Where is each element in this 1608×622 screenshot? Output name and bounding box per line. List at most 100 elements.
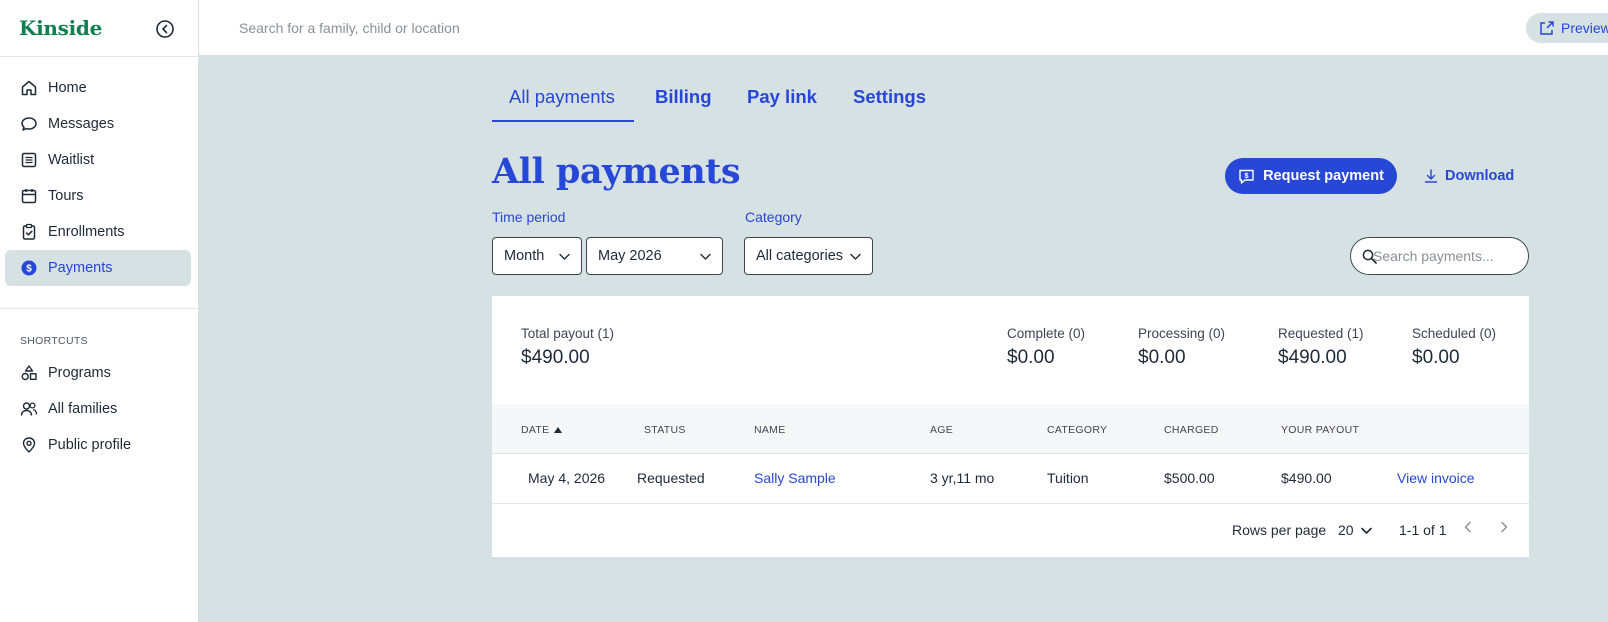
active-tab-indicator [492, 120, 634, 122]
sidebar-item-label: Public profile [48, 437, 132, 453]
location-pin-icon [22, 437, 36, 453]
download-button[interactable]: Download [1423, 164, 1514, 188]
previous-page-button[interactable] [1457, 516, 1479, 538]
sidebar-item-label: Enrollments [48, 224, 125, 240]
sidebar-item-label: Payments [48, 260, 113, 276]
dollar-message-icon: $ [1239, 169, 1254, 184]
column-header-charged: CHARGED [1164, 424, 1219, 436]
download-label: Download [1445, 168, 1515, 184]
summary-label: Total payout (1) [521, 326, 615, 341]
sidebar-item-tours[interactable]: Tours [5, 178, 191, 214]
summary-requested: Requested (1) $490.00 [1278, 326, 1364, 369]
summary-scheduled: Scheduled (0) $0.00 [1412, 326, 1496, 369]
summary-processing: Processing (0) $0.00 [1138, 326, 1225, 369]
table-row: May 4, 2026 Requested Sally Sample 3 yr,… [492, 454, 1529, 504]
summary-complete: Complete (0) $0.00 [1007, 326, 1085, 369]
payments-card: Total payout (1) $490.00 Complete (0) $0… [492, 296, 1529, 557]
column-header-age: AGE [930, 424, 954, 436]
tab-all-payments[interactable]: All payments [509, 86, 615, 108]
rows-per-page-value: 20 [1338, 522, 1354, 538]
rows-per-page-label: Rows per page [1232, 522, 1327, 538]
cell-name-link[interactable]: Sally Sample [754, 470, 836, 486]
search-icon [1362, 249, 1377, 264]
cell-date: May 4, 2026 [528, 470, 606, 486]
tab-settings[interactable]: Settings [853, 86, 926, 108]
tab-billing[interactable]: Billing [655, 86, 712, 108]
clipboard-check-icon [22, 223, 36, 240]
shortcuts-heading: SHORTCUTS [20, 335, 88, 347]
download-icon [1424, 169, 1438, 183]
category-select[interactable]: All categories [744, 237, 873, 275]
people-icon [20, 402, 38, 416]
sidebar-item-label: Home [48, 80, 87, 96]
sidebar-item-all-families[interactable]: All families [5, 391, 191, 427]
sidebar-divider [0, 56, 199, 57]
column-header-status: STATUS [644, 424, 686, 436]
summary-value: $0.00 [1412, 347, 1460, 368]
summary-value: $490.00 [521, 347, 590, 368]
preview-button[interactable]: Preview [1526, 13, 1608, 43]
sidebar-item-public-profile[interactable]: Public profile [5, 427, 191, 463]
sidebar-divider [0, 308, 199, 309]
time-period-label: Time period [492, 209, 566, 225]
svg-text:$: $ [26, 264, 32, 275]
calendar-icon [21, 189, 37, 204]
chat-icon [21, 117, 37, 131]
request-payment-label: Request payment [1263, 168, 1384, 184]
chevron-right-icon [1501, 521, 1508, 533]
column-header-date[interactable]: DATE [521, 424, 563, 436]
column-header-name: NAME [754, 424, 786, 436]
sidebar-item-home[interactable]: Home [5, 70, 191, 106]
period-unit-select[interactable]: Month [492, 237, 582, 275]
page-title: All payments [492, 151, 741, 192]
request-payment-button[interactable]: $ Request payment [1225, 158, 1397, 194]
summary-label: Requested (1) [1278, 326, 1364, 341]
shapes-icon [21, 365, 37, 381]
sidebar-item-label: All families [48, 401, 118, 417]
period-value-select[interactable]: May 2026 [586, 237, 723, 275]
chevron-down-icon [700, 253, 711, 260]
brand-logo[interactable]: Kinside [19, 16, 102, 40]
chevron-left-icon [1464, 521, 1471, 533]
sidebar-item-label: Messages [48, 116, 115, 132]
summary-value: $0.00 [1138, 347, 1186, 368]
summary-value: $490.00 [1278, 347, 1347, 368]
tab-pay-link[interactable]: Pay link [747, 86, 817, 108]
category-value: All categories [756, 248, 844, 264]
column-header-category: CATEGORY [1047, 424, 1108, 436]
cell-status: Requested [637, 470, 705, 486]
column-label: DATE [521, 424, 550, 436]
cell-category: Tuition [1047, 470, 1089, 486]
column-header-your-payout: YOUR PAYOUT [1281, 424, 1360, 436]
cell-age: 3 yr,11 mo [930, 470, 995, 486]
preview-label: Preview [1561, 20, 1608, 36]
summary-label: Scheduled (0) [1412, 326, 1497, 341]
sidebar-item-payments[interactable]: $ Payments [5, 250, 191, 286]
sidebar-item-label: Waitlist [48, 152, 95, 168]
table-header: DATE STATUS NAME AGE CATEGORY CHARGED YO… [492, 404, 1529, 454]
search-payments-field[interactable] [1350, 237, 1529, 275]
sidebar-item-waitlist[interactable]: Waitlist [5, 142, 191, 178]
search-payments-input[interactable] [1373, 248, 1523, 264]
sidebar-item-enrollments[interactable]: Enrollments [5, 214, 191, 250]
summary-label: Complete (0) [1007, 326, 1086, 341]
chevron-down-icon [1360, 527, 1372, 534]
summary-value: $0.00 [1007, 347, 1055, 368]
rows-per-page-select[interactable]: 20 [1338, 522, 1373, 538]
period-value: May 2026 [598, 248, 662, 264]
sidebar-item-programs[interactable]: Programs [5, 355, 191, 391]
sidebar-item-label: Programs [48, 365, 111, 381]
sidebar-item-label: Tours [48, 188, 84, 204]
cell-charged: $500.00 [1164, 470, 1215, 486]
pagination-range: 1-1 of 1 [1399, 522, 1447, 538]
global-search-input[interactable] [239, 14, 839, 42]
sort-ascending-icon [554, 427, 563, 433]
collapse-sidebar-icon[interactable] [155, 19, 175, 39]
summary-total: Total payout (1) $490.00 [521, 326, 614, 369]
svg-text:$: $ [1244, 171, 1249, 180]
topbar: Preview [199, 0, 1608, 56]
view-invoice-link[interactable]: View invoice [1397, 470, 1475, 486]
next-page-button[interactable] [1493, 516, 1515, 538]
list-icon [21, 152, 37, 168]
sidebar-item-messages[interactable]: Messages [5, 106, 191, 142]
